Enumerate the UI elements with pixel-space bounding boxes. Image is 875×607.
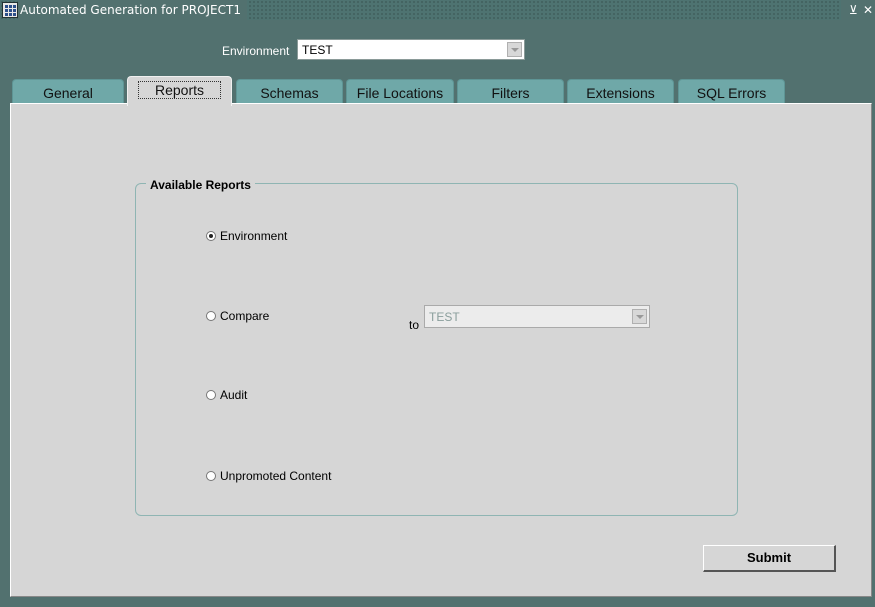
tab-sql-errors[interactable]: SQL Errors (678, 79, 785, 104)
tab-file-locations[interactable]: File Locations (346, 79, 454, 104)
compare-to-label: to (409, 318, 420, 332)
radio-unselected-icon (206, 390, 216, 400)
radio-compare[interactable]: Compare (206, 309, 269, 323)
tab-schemas[interactable]: Schemas (236, 79, 343, 104)
grid-app-icon (2, 2, 18, 18)
compare-to-value: TEST (429, 310, 460, 324)
tab-reports[interactable]: Reports (127, 76, 232, 106)
title-bar[interactable]: Automated Generation for PROJECT1 ⊻ ✕ (0, 0, 875, 20)
submit-button[interactable]: Submit (703, 545, 836, 572)
radio-unpromoted-content[interactable]: Unpromoted Content (206, 469, 331, 483)
radio-selected-icon (206, 231, 216, 241)
radio-unselected-icon (206, 311, 216, 321)
radio-environment[interactable]: Environment (206, 229, 287, 243)
compare-to-select[interactable]: TEST (424, 305, 650, 328)
minimize-icon[interactable]: ⊻ (849, 0, 858, 20)
chevron-down-icon[interactable] (507, 42, 522, 57)
chevron-down-icon[interactable] (632, 309, 647, 324)
environment-select[interactable]: TEST (297, 39, 525, 60)
window-controls: ⊻ ✕ (841, 0, 875, 20)
tab-general[interactable]: General (12, 79, 124, 104)
tab-extensions[interactable]: Extensions (567, 79, 674, 104)
environment-value: TEST (302, 43, 333, 57)
window-title: Automated Generation for PROJECT1 (18, 0, 247, 20)
tab-filters[interactable]: Filters (457, 79, 564, 104)
radio-unselected-icon (206, 471, 216, 481)
environment-label: Environment (222, 44, 290, 58)
radio-audit[interactable]: Audit (206, 388, 247, 402)
close-icon[interactable]: ✕ (863, 0, 873, 20)
available-reports-title: Available Reports (146, 178, 255, 192)
app-window: Automated Generation for PROJECT1 ⊻ ✕ En… (0, 0, 875, 607)
